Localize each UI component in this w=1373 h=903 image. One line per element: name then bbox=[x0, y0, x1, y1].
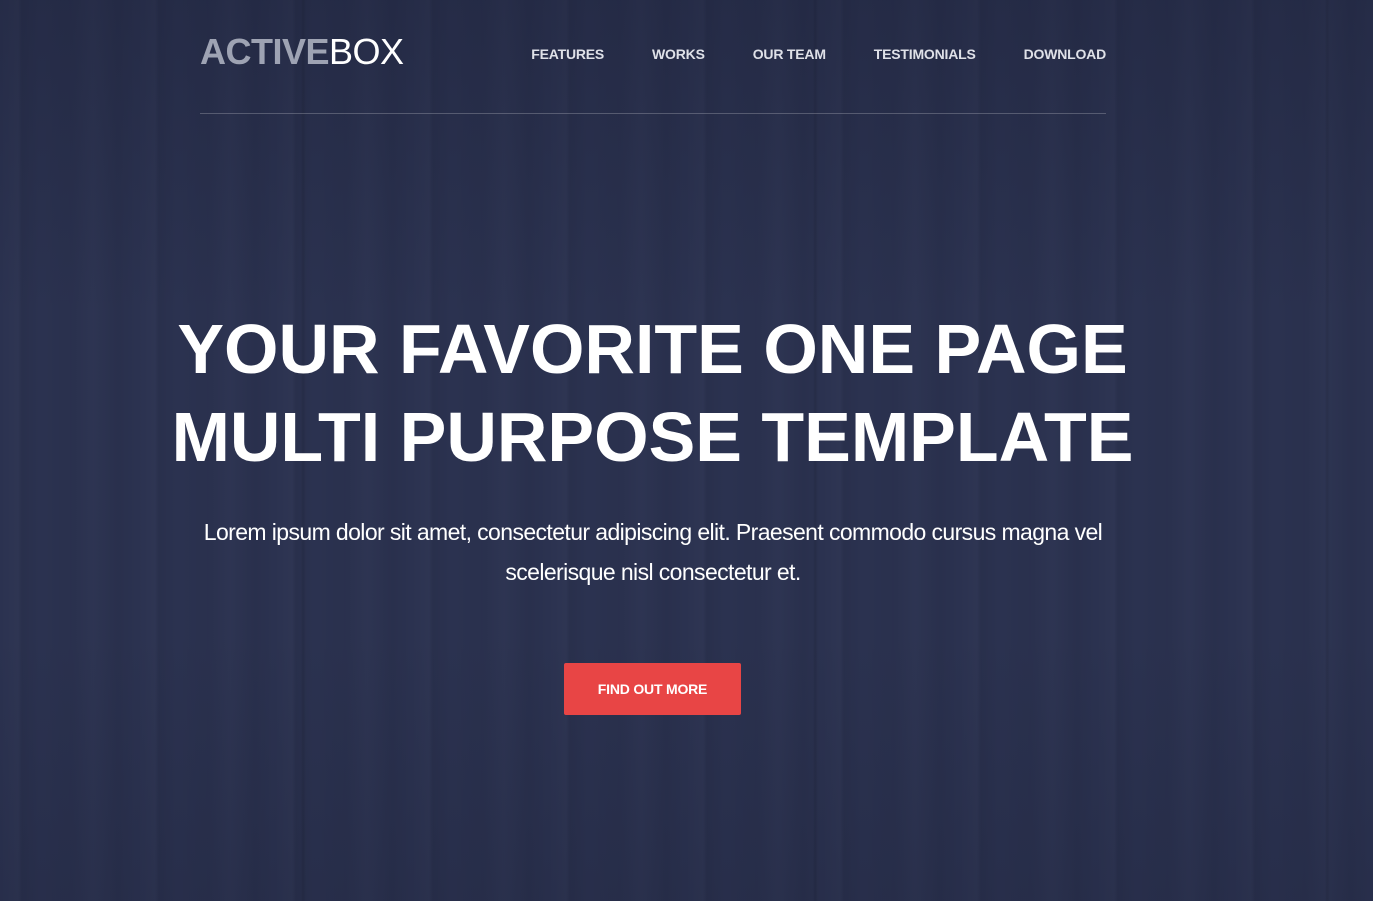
logo-strong-text: ACTIVE bbox=[200, 31, 330, 72]
logo-light-text: BOX bbox=[329, 31, 404, 72]
find-out-more-button[interactable]: FIND OUT MORE bbox=[564, 663, 741, 715]
brand-logo[interactable]: ACTIVEBOX bbox=[200, 32, 404, 72]
nav-item-works[interactable]: WORKS bbox=[652, 44, 705, 64]
nav-item-our-team[interactable]: OUR TEAM bbox=[753, 44, 826, 64]
hero-subtext: Lorem ipsum dolor sit amet, consectetur … bbox=[203, 519, 1103, 585]
nav-item-features[interactable]: FEATURES bbox=[531, 44, 604, 64]
site-header: ACTIVEBOX FEATURES WORKS OUR TEAM TESTIM… bbox=[200, 0, 1106, 114]
hero-section: ACTIVEBOX FEATURES WORKS OUR TEAM TESTIM… bbox=[0, 0, 1373, 901]
hero-headline-line-2: MULTI PURPOSE TEMPLATE bbox=[171, 398, 1134, 476]
nav-item-download[interactable]: DOWNLOAD bbox=[1024, 44, 1107, 64]
nav-item-testimonials[interactable]: TESTIMONIALS bbox=[874, 44, 976, 64]
main-nav: FEATURES WORKS OUR TEAM TESTIMONIALS DOW… bbox=[531, 44, 1106, 64]
hero-headline-line-1: YOUR FAVORITE ONE PAGE bbox=[177, 310, 1128, 388]
hero-headline: YOUR FAVORITE ONE PAGE MULTI PURPOSE TEM… bbox=[0, 305, 1305, 481]
